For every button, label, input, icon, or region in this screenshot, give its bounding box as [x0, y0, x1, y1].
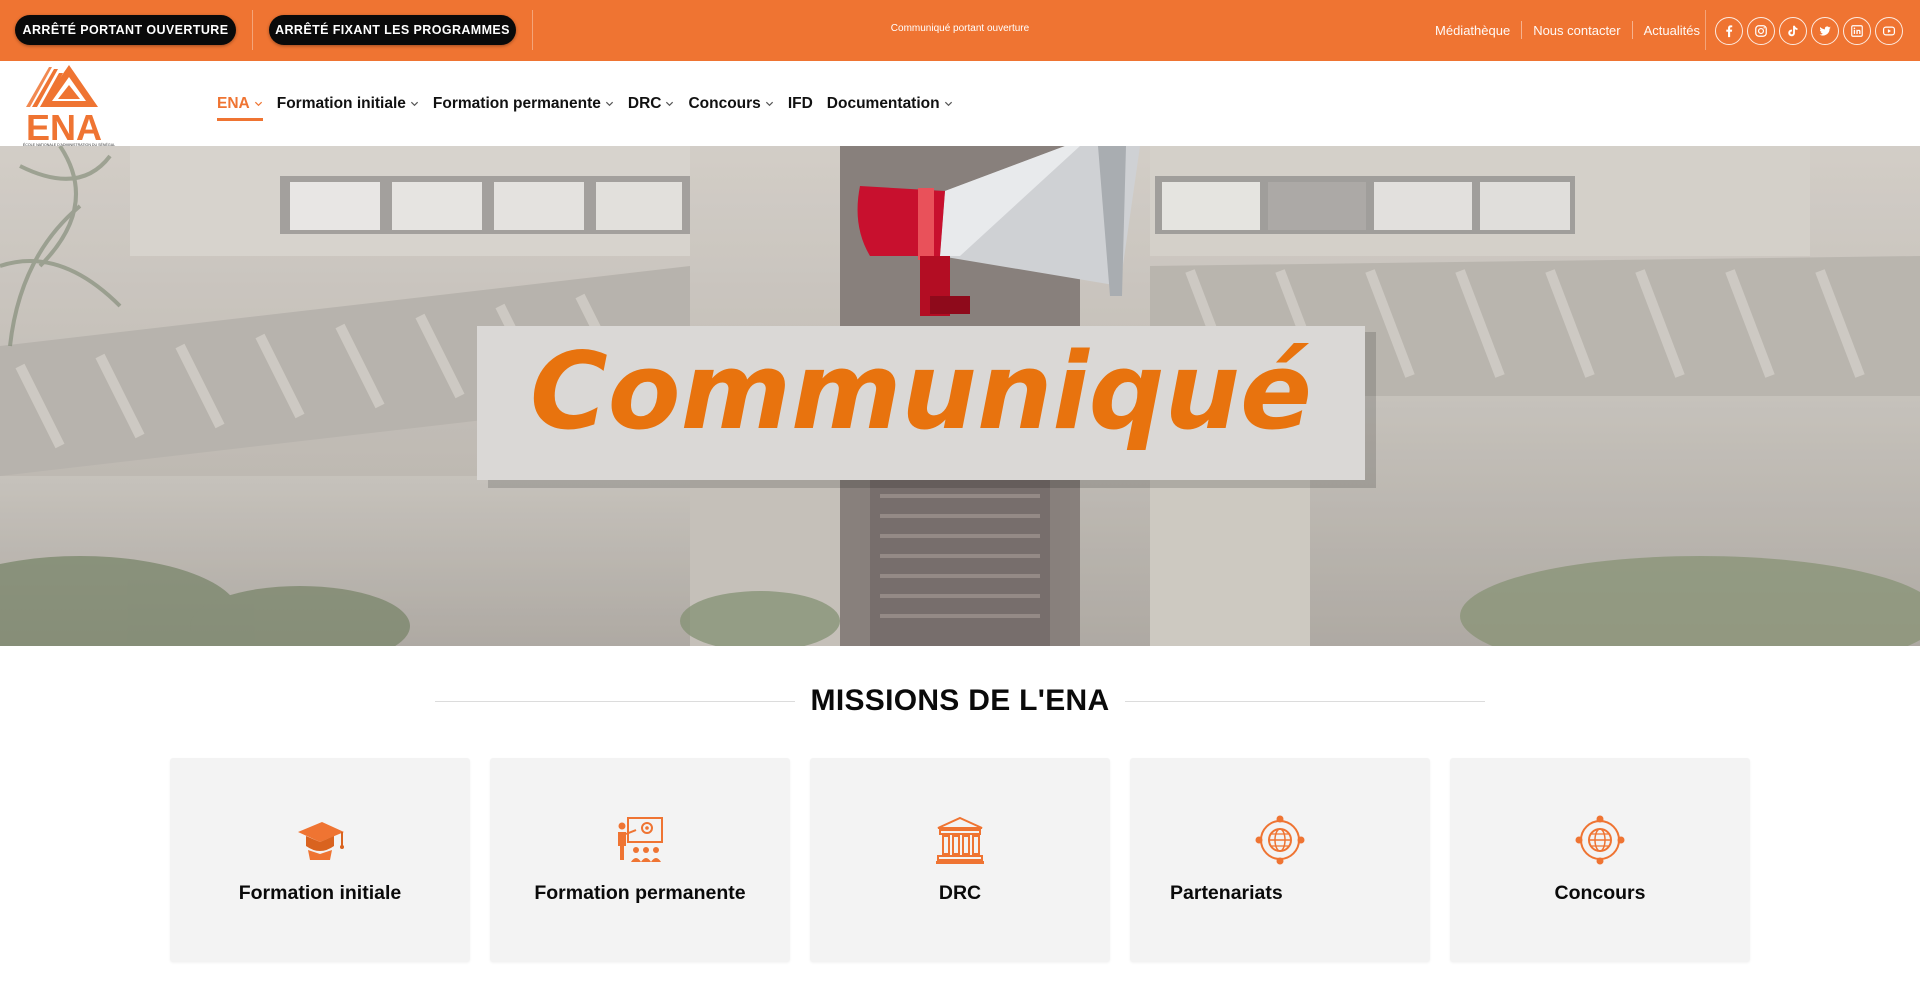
divider [1125, 700, 1485, 702]
main-header: ENA ÉCOLE NATIONALE D'ADMINISTRATION DU … [0, 61, 1920, 148]
nav-label: DRC [627, 94, 662, 112]
nav-item-formation-initiale[interactable]: Formation initiale [277, 84, 419, 124]
nav-item-formation-permanente[interactable]: Formation permanente [433, 84, 614, 124]
missions-cards: Formation initiale Formation permanente … [170, 758, 1750, 962]
chevron-down-icon [666, 101, 674, 107]
nav-label: Formation permanente [432, 94, 601, 112]
main-nav: ENA Formation initiale Formation permane… [217, 61, 967, 146]
divider [532, 10, 533, 50]
twitter-icon[interactable] [1811, 17, 1839, 45]
chevron-down-icon [254, 101, 262, 107]
chevron-down-icon [410, 101, 418, 107]
mission-card-formation-permanente[interactable]: Formation permanente [490, 758, 790, 962]
graduation-cap-icon [298, 822, 344, 860]
communique-banner: Communiqué [477, 326, 1376, 488]
arrete-programmes-button[interactable]: ARRÊTÉ FIXANT LES PROGRAMMES [269, 15, 516, 45]
institution-building-icon [936, 816, 984, 864]
nav-label: Concours [688, 94, 761, 112]
nav-label: ENA [217, 94, 250, 112]
social-links [1715, 17, 1903, 45]
announcement-text[interactable]: Communiqué portant ouverture [830, 23, 1090, 34]
card-label: Partenariats [1170, 882, 1283, 904]
top-link-actualites[interactable]: Actualités [1633, 23, 1711, 38]
nav-item-drc[interactable]: DRC [628, 84, 675, 124]
ena-logo[interactable]: ENA ÉCOLE NATIONALE D'ADMINISTRATION DU … [14, 63, 124, 148]
svg-text:Communiqué: Communiqué [530, 330, 1312, 453]
youtube-icon[interactable] [1875, 17, 1903, 45]
hero-image: Communiqué [0, 146, 1920, 646]
mission-card-drc[interactable]: DRC [810, 758, 1110, 962]
nav-item-documentation[interactable]: Documentation [827, 84, 953, 124]
training-presentation-icon [618, 817, 663, 862]
missions-title: MISSIONS DE L'ENA [810, 684, 1110, 717]
global-network-icon [1575, 815, 1625, 865]
mission-card-formation-initiale[interactable]: Formation initiale [170, 758, 470, 962]
top-bar: ARRÊTÉ PORTANT OUVERTURE ARRÊTÉ FIXANT L… [0, 0, 1920, 61]
top-link-contact[interactable]: Nous contacter [1522, 23, 1631, 38]
chevron-down-icon [944, 101, 952, 107]
nav-item-ifd[interactable]: IFD [788, 84, 813, 124]
linkedin-icon[interactable] [1843, 17, 1871, 45]
instagram-icon[interactable] [1747, 17, 1775, 45]
top-link-mediatheque[interactable]: Médiathèque [1424, 23, 1521, 38]
card-label: DRC [938, 882, 982, 904]
nav-item-concours[interactable]: Concours [688, 84, 773, 124]
card-label: Concours [1554, 882, 1646, 904]
card-label: Formation initiale [238, 882, 402, 904]
chevron-down-icon [765, 101, 773, 107]
facebook-icon[interactable] [1715, 17, 1743, 45]
nav-label: Documentation [826, 94, 940, 112]
svg-text:ENA: ENA [26, 107, 102, 147]
arrete-ouverture-button[interactable]: ARRÊTÉ PORTANT OUVERTURE [15, 15, 236, 45]
top-links: Médiathèque Nous contacter Actualités [1424, 21, 1711, 39]
divider [252, 10, 253, 50]
missions-header: MISSIONS DE L'ENA [435, 681, 1485, 721]
card-label: Formation permanente [534, 882, 746, 904]
nav-item-ena[interactable]: ENA [217, 84, 263, 124]
global-network-icon [1255, 815, 1305, 865]
nav-label: IFD [787, 94, 813, 112]
nav-label: Formation initiale [276, 94, 406, 112]
mission-card-concours[interactable]: Concours [1450, 758, 1750, 962]
divider [1705, 10, 1706, 50]
mission-card-partenariats[interactable]: Partenariats [1130, 758, 1430, 962]
hero-banner[interactable]: Communiqué [0, 146, 1920, 646]
tiktok-icon[interactable] [1779, 17, 1807, 45]
divider [435, 700, 795, 702]
chevron-down-icon [605, 101, 613, 107]
